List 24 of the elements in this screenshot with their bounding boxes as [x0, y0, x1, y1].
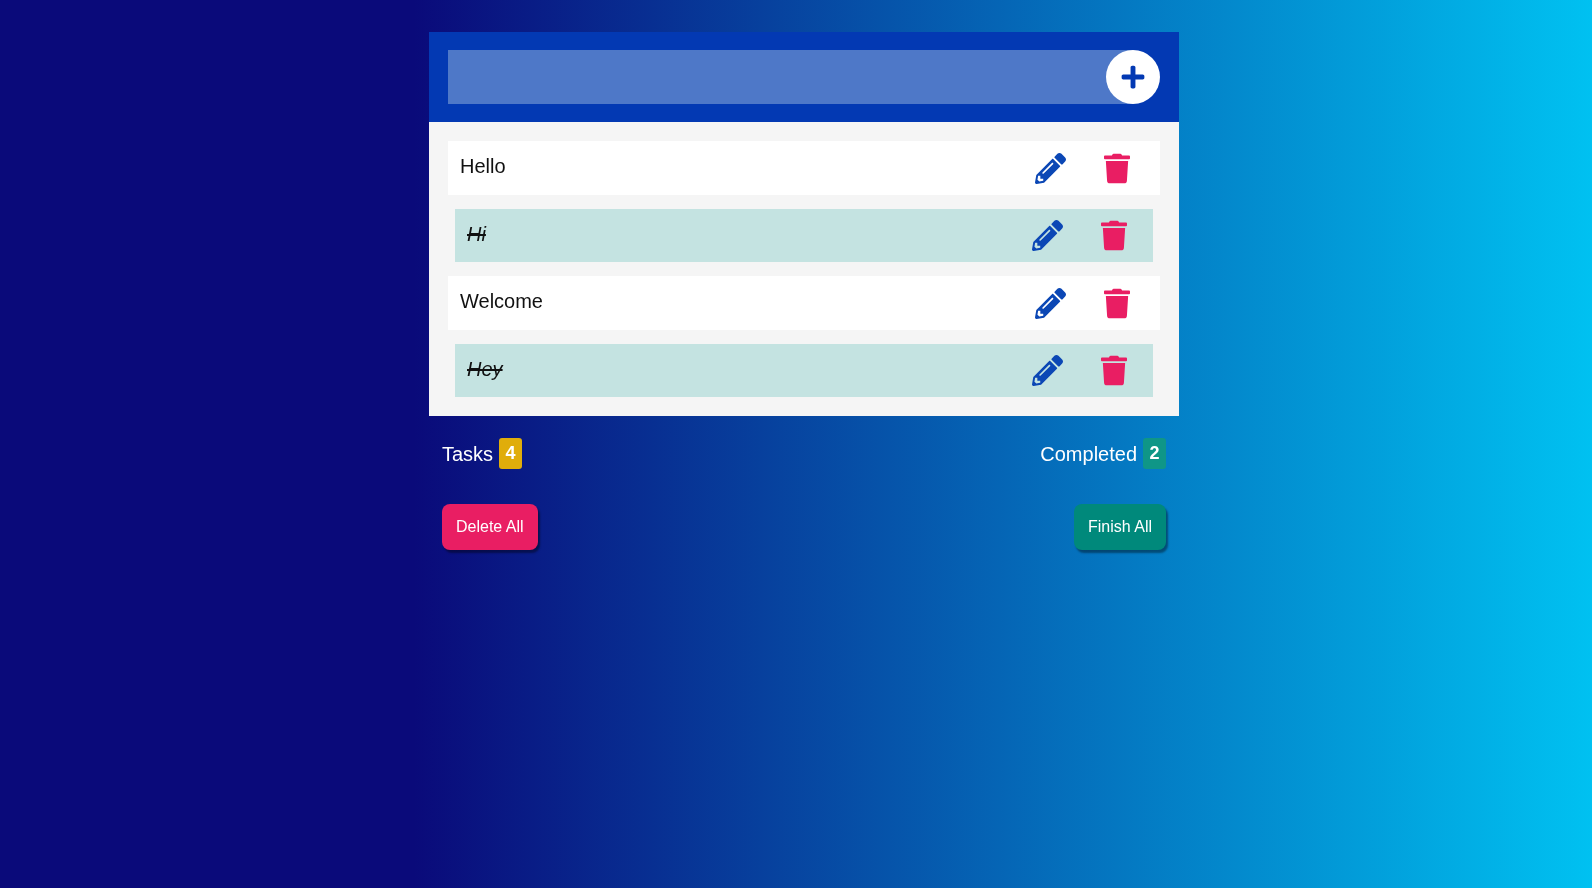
pencil-icon[interactable]	[1035, 287, 1066, 319]
action-button[interactable]: Finish All	[1073, 504, 1166, 550]
trash-icon[interactable]	[1104, 152, 1130, 184]
task-text: Hi	[467, 222, 488, 247]
task-text: Hello	[460, 154, 507, 179]
stat-label: Completed	[1040, 441, 1137, 467]
task-row[interactable]: Hello	[448, 141, 1160, 195]
completed-task-row[interactable]: Hi	[455, 209, 1153, 262]
completed-task-row[interactable]: Hey	[455, 344, 1153, 397]
pencil-icon[interactable]	[1032, 355, 1063, 386]
pencil-icon[interactable]	[1032, 220, 1063, 251]
action-button[interactable]: Delete All	[442, 504, 538, 550]
task-text: Hey	[467, 357, 505, 382]
add-button[interactable]	[1106, 50, 1160, 104]
trash-icon[interactable]	[1101, 355, 1127, 386]
count-badge: 2	[1143, 438, 1166, 469]
trash-icon[interactable]	[1101, 220, 1127, 251]
task-text: Welcome	[460, 289, 544, 314]
stat-label: Tasks	[442, 441, 494, 467]
plus-icon	[1120, 64, 1147, 90]
task-row[interactable]: Welcome	[448, 276, 1160, 330]
trash-icon[interactable]	[1104, 287, 1130, 319]
count-badge: 4	[499, 438, 523, 469]
pencil-icon[interactable]	[1035, 152, 1066, 184]
